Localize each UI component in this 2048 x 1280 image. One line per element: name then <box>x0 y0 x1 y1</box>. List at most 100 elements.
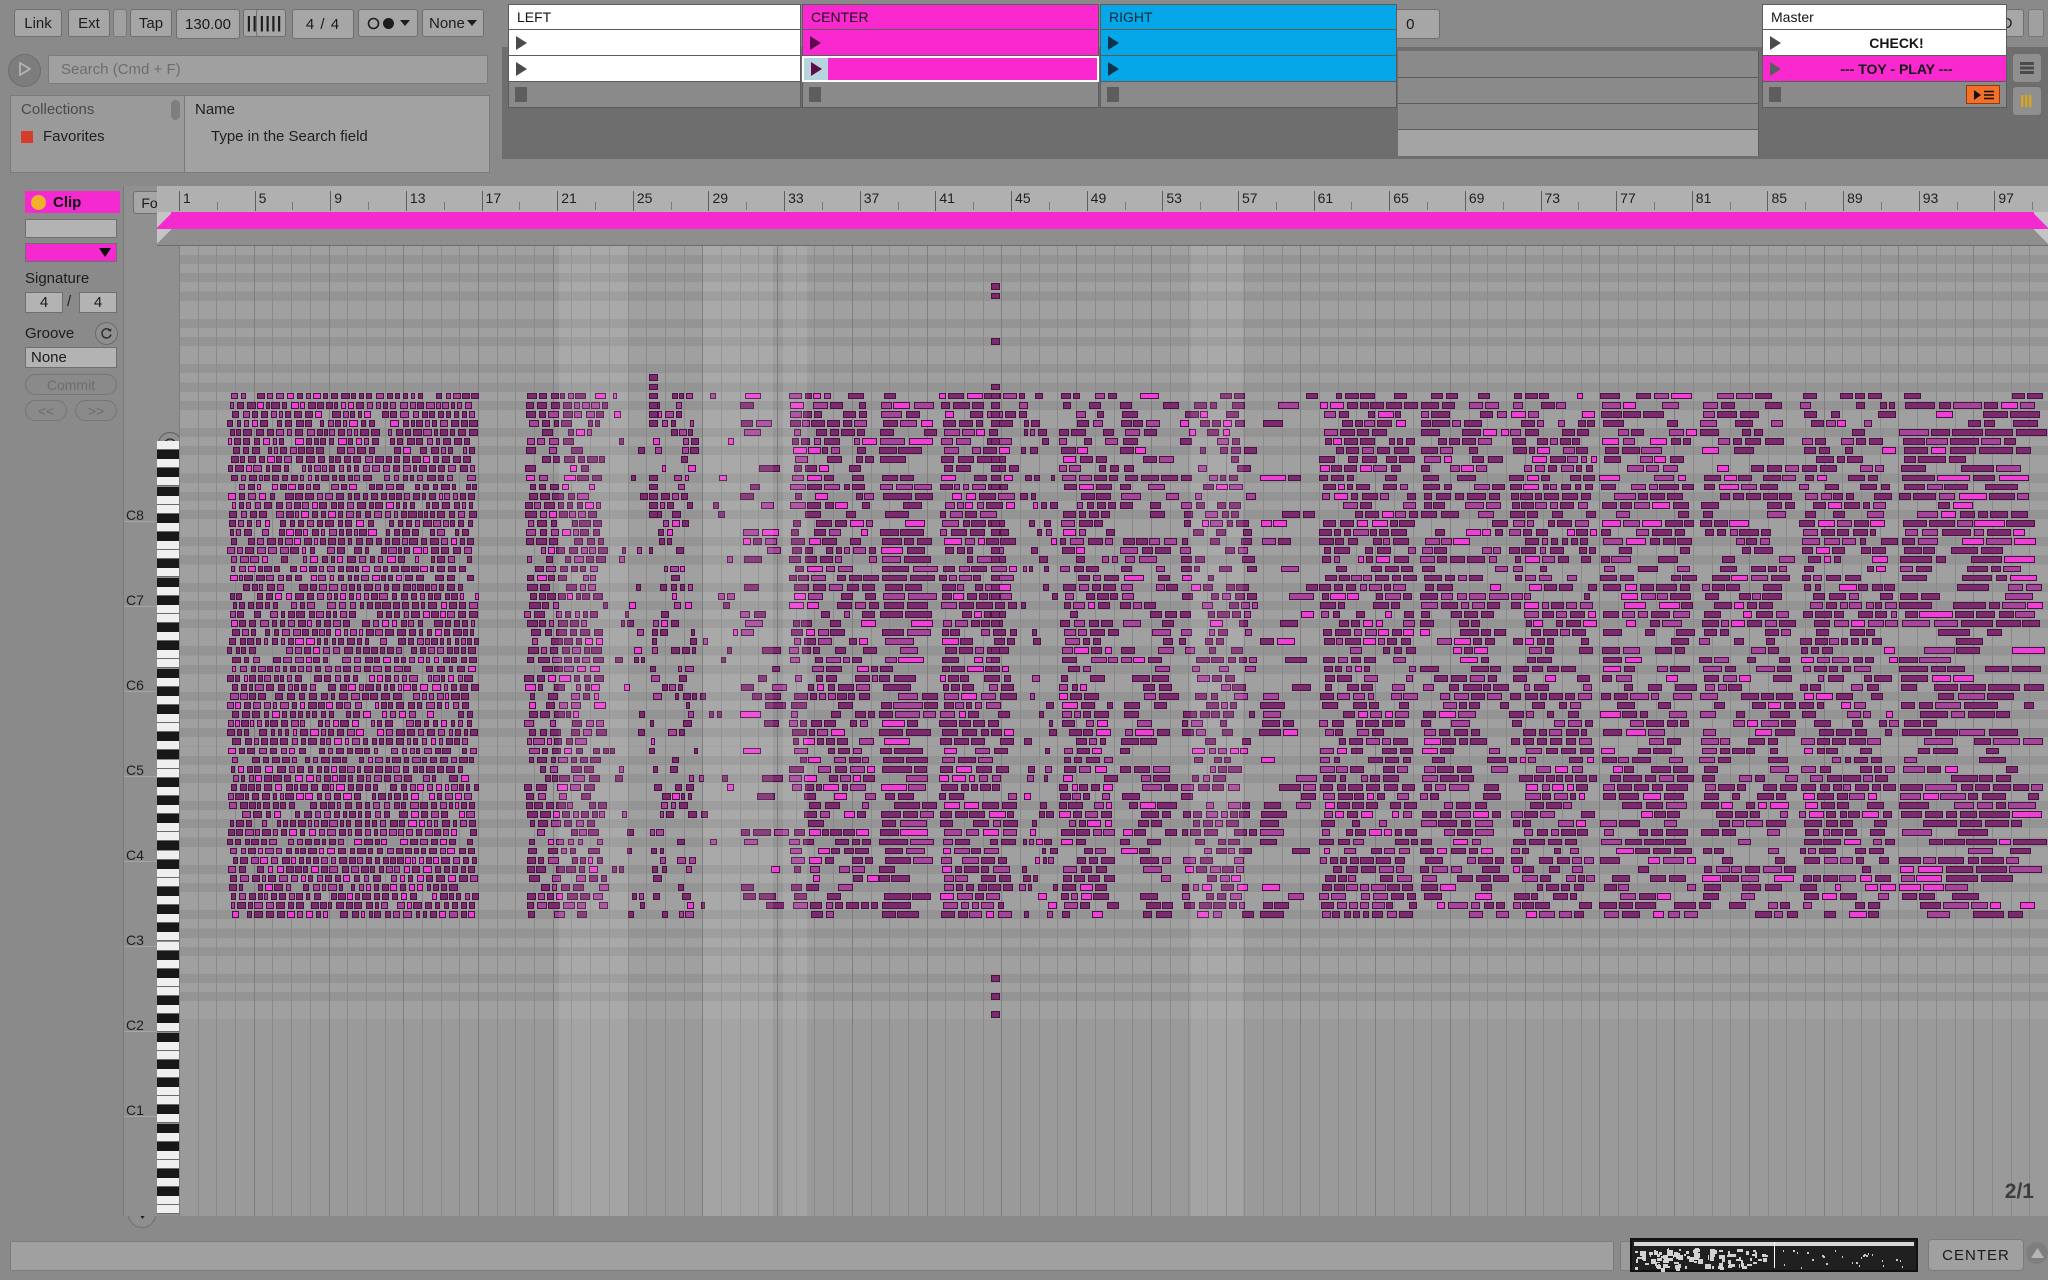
midi-note[interactable] <box>302 556 307 564</box>
midi-note[interactable] <box>1368 756 1384 764</box>
midi-note[interactable] <box>1367 410 1376 418</box>
midi-note[interactable] <box>879 483 893 491</box>
midi-note[interactable] <box>1460 774 1474 782</box>
midi-note[interactable] <box>1814 583 1822 591</box>
midi-note[interactable] <box>981 729 990 737</box>
midi-note[interactable] <box>1834 611 1845 618</box>
midi-note[interactable] <box>285 538 293 546</box>
midi-note[interactable] <box>679 674 687 682</box>
next-groove-button[interactable]: >> <box>75 400 117 421</box>
midi-note[interactable] <box>258 474 264 482</box>
midi-note[interactable] <box>376 683 382 691</box>
midi-note[interactable] <box>1111 556 1119 564</box>
midi-note[interactable] <box>1670 638 1690 646</box>
midi-note[interactable] <box>526 656 535 664</box>
midi-note[interactable] <box>444 692 450 700</box>
midi-note[interactable] <box>1765 438 1785 445</box>
midi-note[interactable] <box>1209 401 1217 409</box>
midi-note[interactable] <box>1211 711 1221 718</box>
midi-note[interactable] <box>1215 847 1228 855</box>
midi-note[interactable] <box>1810 647 1819 655</box>
midi-note[interactable] <box>973 474 988 482</box>
midi-note[interactable] <box>1700 802 1719 809</box>
midi-note[interactable] <box>1866 683 1880 691</box>
midi-note[interactable] <box>808 592 824 600</box>
midi-note[interactable] <box>1802 793 1816 800</box>
midi-note[interactable] <box>1071 783 1078 791</box>
midi-note[interactable] <box>1566 620 1581 627</box>
midi-note[interactable] <box>848 392 865 400</box>
midi-note[interactable] <box>1555 611 1567 618</box>
midi-note[interactable] <box>580 465 589 473</box>
midi-note[interactable] <box>528 647 540 655</box>
midi-note[interactable] <box>561 529 571 536</box>
midi-note[interactable] <box>825 856 834 864</box>
piano-key-black[interactable] <box>157 732 179 742</box>
midi-note[interactable] <box>1203 774 1211 782</box>
midi-note[interactable] <box>1123 829 1133 837</box>
midi-note[interactable] <box>349 856 356 864</box>
midi-note[interactable] <box>300 783 308 791</box>
midi-note[interactable] <box>335 783 345 791</box>
midi-note[interactable] <box>1209 765 1217 773</box>
midi-note[interactable] <box>1359 401 1369 409</box>
midi-note[interactable] <box>1063 629 1076 637</box>
midi-note[interactable] <box>828 774 839 782</box>
clip-color-selector[interactable] <box>25 243 117 262</box>
midi-note[interactable] <box>472 856 477 864</box>
midi-note[interactable] <box>864 492 875 500</box>
midi-note[interactable] <box>1624 765 1634 773</box>
midi-note[interactable] <box>1670 392 1692 400</box>
midi-note[interactable] <box>452 547 461 555</box>
midi-note[interactable] <box>459 465 468 473</box>
midi-note[interactable] <box>320 756 330 764</box>
midi-note[interactable] <box>356 729 364 737</box>
midi-note[interactable] <box>1718 756 1732 764</box>
midi-note[interactable] <box>939 720 957 728</box>
midi-note[interactable] <box>1163 401 1179 409</box>
midi-note[interactable] <box>1149 538 1161 546</box>
midi-note[interactable] <box>1441 538 1453 546</box>
midi-note[interactable] <box>1031 820 1038 828</box>
midi-note[interactable] <box>318 847 325 855</box>
midi-note[interactable] <box>440 802 448 809</box>
midi-note[interactable] <box>944 429 961 436</box>
midi-note[interactable] <box>524 783 533 791</box>
midi-note[interactable] <box>989 838 998 846</box>
midi-note[interactable] <box>1085 592 1095 600</box>
midi-note[interactable] <box>1192 774 1200 782</box>
midi-note[interactable] <box>1000 683 1014 691</box>
midi-note[interactable] <box>843 829 856 837</box>
midi-note[interactable] <box>1703 629 1718 637</box>
midi-note[interactable] <box>439 838 447 846</box>
midi-note[interactable] <box>2020 401 2036 409</box>
piano-key-black[interactable] <box>157 777 179 787</box>
midi-note[interactable] <box>992 783 1000 791</box>
midi-note[interactable] <box>2027 392 2044 400</box>
midi-note[interactable] <box>457 520 465 527</box>
midi-note[interactable] <box>1291 683 1312 691</box>
midi-note[interactable] <box>431 774 436 782</box>
midi-note[interactable] <box>765 538 778 546</box>
midi-note[interactable] <box>1917 456 1947 464</box>
midi-note[interactable] <box>1670 574 1682 582</box>
midi-note[interactable] <box>576 638 583 646</box>
midi-note[interactable] <box>314 838 320 846</box>
midi-note[interactable] <box>1179 611 1192 618</box>
midi-note[interactable] <box>824 501 834 509</box>
midi-note[interactable] <box>1903 720 1921 728</box>
midi-note[interactable] <box>1804 838 1822 846</box>
midi-note[interactable] <box>427 820 433 828</box>
midi-note[interactable] <box>1544 583 1557 591</box>
midi-note[interactable] <box>580 629 591 637</box>
midi-note[interactable] <box>388 429 393 436</box>
midi-note[interactable] <box>1855 856 1864 864</box>
midi-note[interactable] <box>594 702 607 709</box>
midi-note[interactable] <box>1461 465 1475 473</box>
midi-note[interactable] <box>802 647 811 655</box>
midi-note[interactable] <box>852 747 863 755</box>
midi-note[interactable] <box>1767 510 1787 518</box>
midi-note[interactable] <box>471 392 479 400</box>
midi-note[interactable] <box>966 592 977 600</box>
midi-note[interactable] <box>1667 811 1680 819</box>
